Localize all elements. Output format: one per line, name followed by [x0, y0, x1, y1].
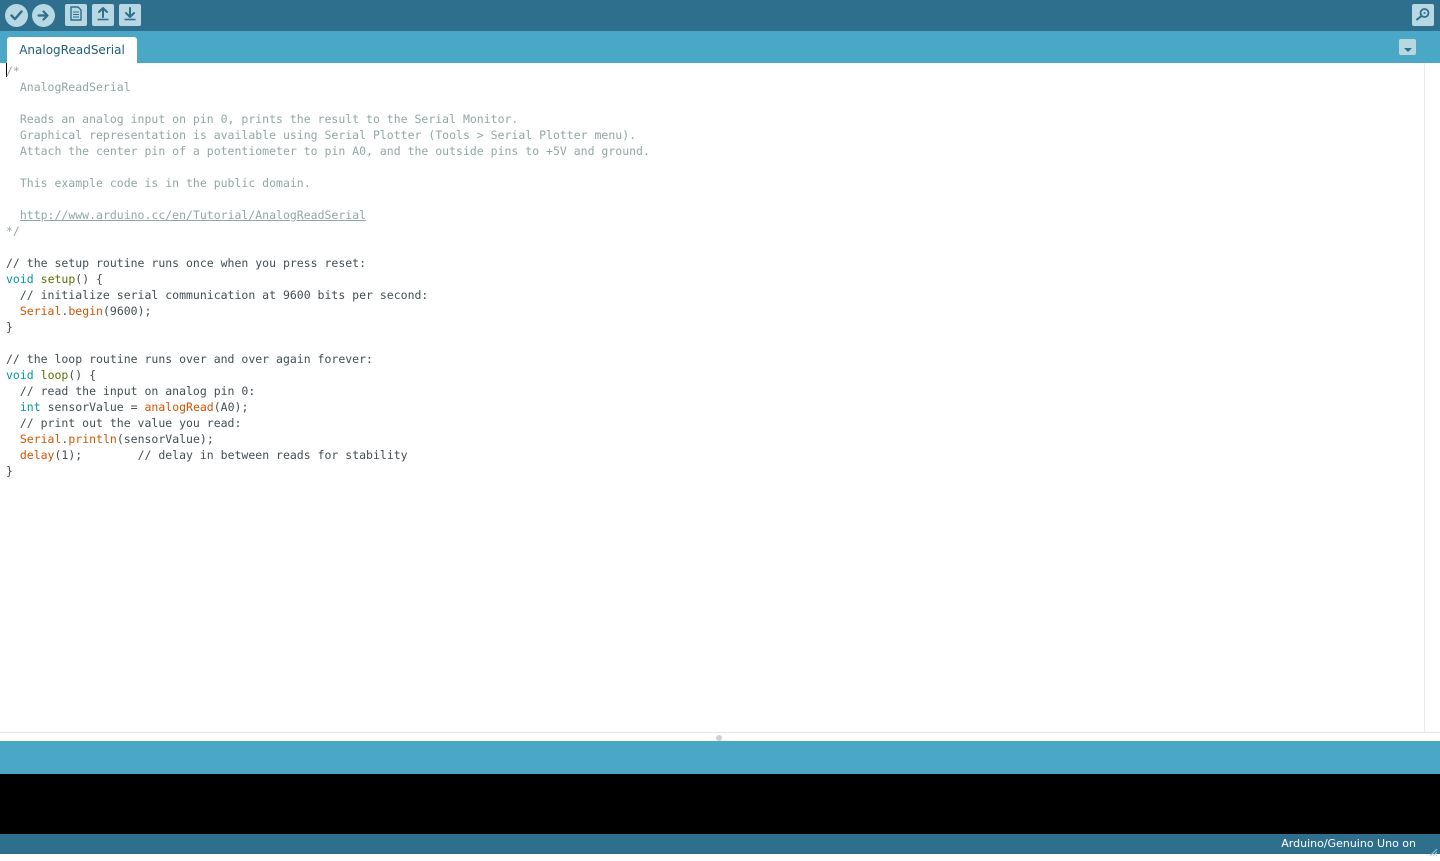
code-line: Reads an analog input on pin 0, prints t…: [6, 111, 650, 127]
code-line: Graphical representation is available us…: [6, 127, 650, 143]
chevron-down-icon: [1403, 38, 1413, 57]
code-token: This example code is in the public domai…: [6, 176, 311, 190]
code-token: (9600);: [102, 304, 152, 318]
code-line: }: [6, 463, 650, 479]
code-token: }: [6, 464, 13, 478]
code-line: Attach the center pin of a potentiometer…: [6, 143, 650, 159]
resize-grip-icon[interactable]: [1428, 842, 1438, 857]
code-token: int: [19, 400, 41, 414]
code-line: int sensorValue = analogRead(A0);: [6, 399, 650, 415]
serial-monitor-button[interactable]: [1412, 4, 1434, 26]
code-token: (A0);: [213, 400, 249, 414]
vertical-scrollbar[interactable]: [1424, 63, 1440, 732]
code-line: delay(1); // delay in between reads for …: [6, 447, 650, 463]
code-token: AnalogReadSerial: [6, 80, 131, 94]
code-token: Attach the center pin of a potentiometer…: [6, 144, 650, 158]
message-bar: [0, 741, 1440, 774]
code-token: begin: [68, 304, 103, 318]
console-output[interactable]: [0, 774, 1440, 834]
code-line: AnalogReadSerial: [6, 79, 650, 95]
code-link[interactable]: http://www.arduino.cc/en/Tutorial/Analog…: [20, 208, 366, 222]
code-token: void: [6, 272, 34, 286]
new-button[interactable]: [65, 4, 87, 26]
code-token: println: [68, 432, 117, 446]
code-token: setup: [40, 272, 76, 286]
code-token: sensorValue =: [40, 400, 145, 414]
code-line: }: [6, 319, 650, 335]
code-line: http://www.arduino.cc/en/Tutorial/Analog…: [6, 207, 650, 223]
arrow-right-icon: [37, 6, 50, 25]
checkmark-icon: [10, 6, 23, 25]
code-line: This example code is in the public domai…: [6, 175, 650, 191]
code-token: // read the input on analog pin 0:: [6, 384, 256, 398]
toolbar: [0, 0, 1440, 31]
board-status: Arduino/Genuino Uno on: [1281, 837, 1416, 850]
code-line: // the setup routine runs once when you …: [6, 255, 650, 271]
tab-analogreadserial[interactable]: AnalogReadSerial: [7, 37, 137, 63]
save-button[interactable]: [119, 4, 141, 26]
code-text: /* AnalogReadSerial Reads an analog inpu…: [6, 63, 650, 479]
tab-bar: AnalogReadSerial: [0, 31, 1440, 63]
code-token: analogRead: [144, 400, 214, 414]
code-token: Reads an analog input on pin 0, prints t…: [6, 112, 519, 126]
code-token: Serial: [19, 432, 62, 446]
code-line: Serial.begin(9600);: [6, 303, 650, 319]
code-token: Serial: [19, 304, 62, 318]
code-line: void setup() {: [6, 271, 650, 287]
magnifier-icon: [1415, 6, 1431, 25]
code-token: }: [6, 320, 13, 334]
new-file-icon: [70, 5, 82, 25]
code-token: */: [6, 224, 20, 238]
code-line: void loop() {: [6, 367, 650, 383]
code-line: // read the input on analog pin 0:: [6, 383, 650, 399]
tab-menu-button[interactable]: [1399, 39, 1416, 55]
code-token: // the loop routine runs over and over a…: [6, 352, 373, 366]
code-token: // initialize serial communication at 96…: [6, 288, 429, 302]
save-down-arrow-icon: [123, 6, 137, 25]
code-token: (sensorValue);: [116, 432, 214, 446]
code-token: // the setup routine runs once when you …: [6, 256, 367, 270]
code-token: /*: [6, 64, 20, 78]
verify-button[interactable]: [5, 4, 28, 27]
code-line: // the loop routine runs over and over a…: [6, 351, 650, 367]
code-line: // print out the value you read:: [6, 415, 650, 431]
code-line: // initialize serial communication at 96…: [6, 287, 650, 303]
code-token: // print out the value you read:: [6, 416, 242, 430]
code-token: loop: [40, 368, 69, 382]
open-button[interactable]: [92, 4, 114, 26]
open-up-arrow-icon: [96, 6, 110, 25]
upload-button[interactable]: [32, 4, 55, 27]
code-token: void: [6, 368, 34, 382]
tab-label: AnalogReadSerial: [19, 43, 125, 57]
code-token: () {: [75, 272, 103, 286]
code-line: /*: [6, 63, 650, 79]
code-token: Graphical representation is available us…: [6, 128, 637, 142]
status-bar: Arduino/Genuino Uno on: [0, 834, 1440, 857]
code-token: (1); // delay in between reads for stabi…: [54, 448, 408, 462]
code-token: delay: [19, 448, 55, 462]
code-token: () {: [68, 368, 97, 382]
code-line: */: [6, 223, 650, 239]
code-line: Serial.println(sensorValue);: [6, 431, 650, 447]
editor-console-splitter[interactable]: [0, 732, 1440, 741]
code-editor[interactable]: /* AnalogReadSerial Reads an analog inpu…: [0, 63, 1424, 732]
